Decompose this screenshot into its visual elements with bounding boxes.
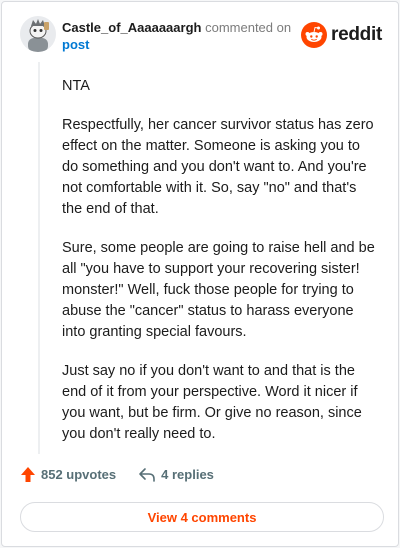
reply-button[interactable]: 4 replies — [138, 467, 214, 483]
comment-body: NTA Respectfully, her cancer survivor st… — [62, 76, 380, 463]
avatar[interactable] — [20, 16, 56, 52]
upvote-count: 852 upvotes — [41, 467, 117, 482]
post-link[interactable]: post — [62, 36, 302, 53]
comment-header: Castle_of_Aaaaaaargh commented on post r… — [20, 16, 382, 56]
reddit-wordmark: reddit — [331, 24, 382, 45]
comment-paragraph: Sure, some people are going to raise hel… — [62, 240, 375, 340]
author-name[interactable]: Castle_of_Aaaaaaargh — [62, 20, 201, 35]
upvote-arrow-icon — [21, 467, 35, 482]
commented-label: commented on — [205, 20, 292, 35]
comment-card: Castle_of_Aaaaaaargh commented on post r… — [1, 1, 399, 547]
snoo-avatar-icon — [20, 16, 56, 52]
reply-count: 4 replies — [161, 467, 214, 482]
view-comments-button[interactable]: View 4 comments — [20, 502, 384, 532]
comment-actions: 852 upvotes 4 replies — [20, 466, 236, 483]
comment-paragraph: NTA — [62, 78, 90, 94]
reddit-logo[interactable]: reddit — [301, 22, 382, 48]
upvote-button[interactable]: 852 upvotes — [20, 466, 116, 483]
comment-paragraph: Just say no if you don't want to and tha… — [62, 363, 362, 442]
reply-arrow-icon — [139, 467, 155, 482]
reddit-snoo-icon — [301, 22, 328, 48]
comment-meta: Castle_of_Aaaaaaargh commented on post — [62, 19, 302, 53]
comment-paragraph: Respectfully, her cancer survivor status… — [62, 117, 374, 217]
thread-line[interactable] — [38, 62, 40, 454]
